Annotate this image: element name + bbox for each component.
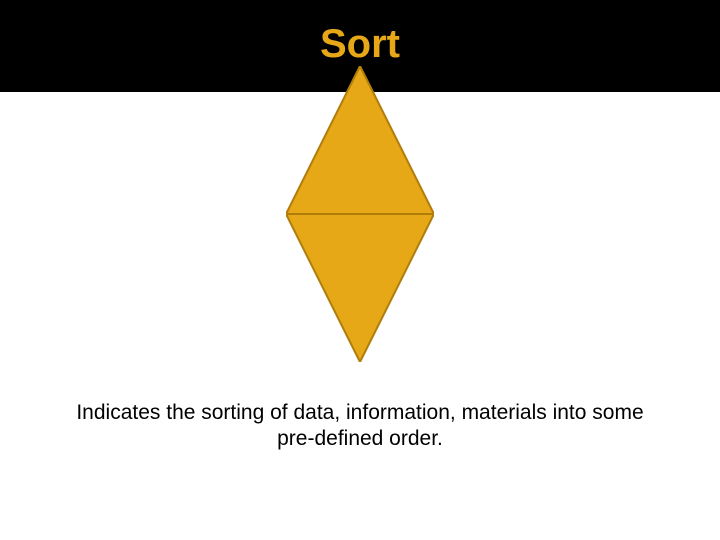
sort-diamond-icon [286,66,434,362]
slide-description: Indicates the sorting of data, informati… [0,400,720,453]
slide: Sort Indicates the sorting of data, info… [0,0,720,540]
slide-title: Sort [0,22,720,67]
